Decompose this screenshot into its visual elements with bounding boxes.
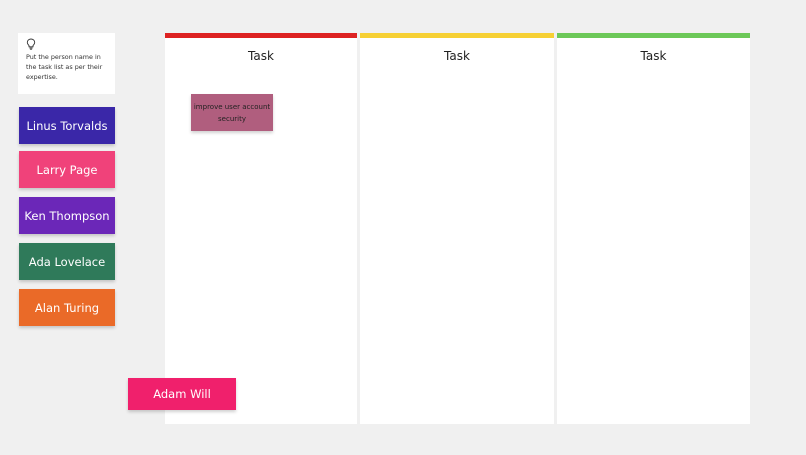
task-sticky-note[interactable]: improve user account security	[191, 94, 273, 131]
column-accent-bar	[165, 33, 357, 38]
task-column-3[interactable]: Task	[557, 33, 750, 424]
lightbulb-icon	[26, 38, 36, 50]
whiteboard-canvas[interactable]: Put the person name in the task list as …	[0, 0, 806, 455]
person-note-linus-torvalds[interactable]: Linus Torvalds	[19, 107, 115, 144]
instruction-text: Put the person name in the task list as …	[26, 53, 103, 81]
column-title: Task	[444, 49, 470, 63]
column-title: Task	[248, 49, 274, 63]
instruction-note[interactable]: Put the person name in the task list as …	[18, 33, 115, 94]
task-column-1[interactable]: Task	[165, 33, 357, 424]
person-note-ada-lovelace[interactable]: Ada Lovelace	[19, 243, 115, 280]
person-note-larry-page[interactable]: Larry Page	[19, 151, 115, 188]
person-note-ken-thompson[interactable]: Ken Thompson	[19, 197, 115, 234]
task-column-2[interactable]: Task	[360, 33, 554, 424]
column-accent-bar	[360, 33, 554, 38]
column-title: Task	[640, 49, 667, 63]
person-note-alan-turing[interactable]: Alan Turing	[19, 289, 115, 326]
person-note-adam-will[interactable]: Adam Will	[128, 378, 236, 410]
column-accent-bar	[557, 33, 750, 38]
